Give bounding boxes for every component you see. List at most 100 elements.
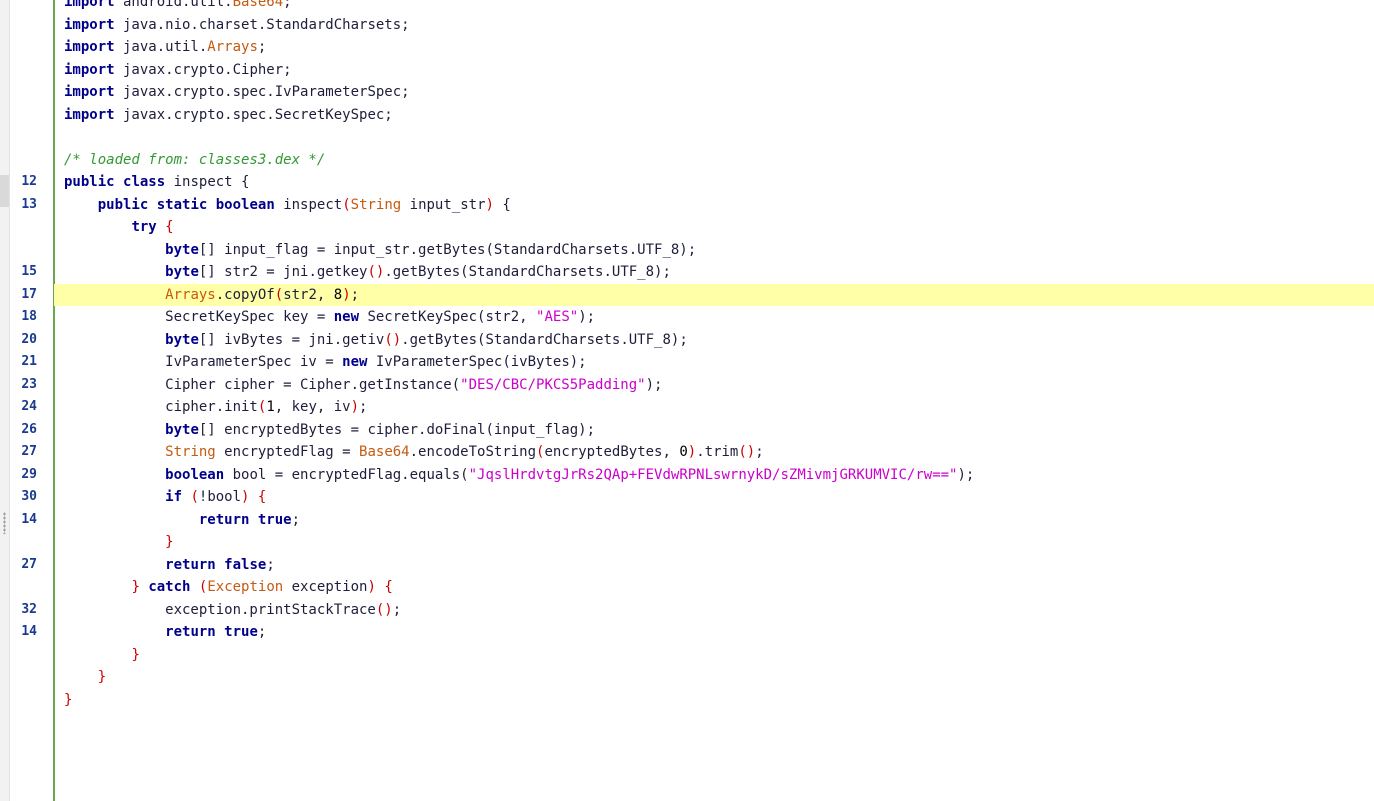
line-number: 24: [21, 399, 37, 414]
code-token-plain: ;: [350, 286, 360, 303]
code-token-punc: {: [384, 579, 393, 595]
line-number: 20: [21, 331, 37, 347]
code-token-kw: if: [165, 489, 183, 505]
code-line[interactable]: 26 byte[] encryptedBytes = cipher.doFina…: [0, 419, 1374, 442]
code-line[interactable]: } catch (Exception exception) {: [0, 576, 1374, 599]
code-token-punc: {: [257, 489, 267, 505]
code-line[interactable]: import javax.crypto.spec.IvParameterSpec…: [0, 81, 1374, 104]
code-line[interactable]: import java.util.Arrays;: [0, 36, 1374, 59]
code-line[interactable]: }: [0, 644, 1374, 667]
code-token-plain: ;: [359, 399, 368, 415]
line-number: 30: [21, 489, 37, 504]
code-line[interactable]: 15 byte[] str2 = jni.getkey().getBytes(S…: [0, 261, 1374, 284]
code-line[interactable]: import android.util.Base64;: [0, 0, 1374, 14]
code-token-plain: .copyOf: [215, 286, 275, 303]
code-token-plain: encryptedBytes,: [544, 444, 680, 460]
code-line[interactable]: try {: [0, 216, 1374, 239]
code-text: return true;: [64, 509, 300, 532]
code-token-punc: (: [342, 196, 351, 213]
code-token-plain: [] encryptedBytes = cipher.doFinal(input…: [198, 421, 596, 438]
code-token-kw: public: [64, 174, 115, 190]
code-token-plain: , key, iv: [274, 399, 351, 415]
code-line[interactable]: 27 return false;: [0, 554, 1374, 577]
code-line[interactable]: 21 IvParameterSpec iv = new IvParameterS…: [0, 351, 1374, 374]
code-token-plain: );: [578, 309, 596, 325]
code-token-plain: .encodeToString: [409, 444, 537, 460]
code-token-plain: java.nio.charset.StandardCharsets;: [114, 16, 410, 33]
line-number: 17: [21, 286, 37, 302]
code-text: String encryptedFlag = Base64.encodeToSt…: [64, 441, 764, 464]
code-token-kw: true: [257, 511, 292, 528]
code-token-plain: SecretKeySpec(str2,: [359, 309, 537, 325]
code-token-plain: .trim: [696, 444, 739, 460]
code-token-punc: ): [350, 399, 360, 415]
code-line[interactable]: }: [0, 666, 1374, 689]
code-line[interactable]: import javax.crypto.Cipher;: [0, 59, 1374, 82]
code-line[interactable]: }: [0, 531, 1374, 554]
code-token-plain: str2,: [283, 286, 334, 303]
line-number: 27: [21, 444, 37, 459]
code-token-punc: {: [165, 219, 174, 235]
code-line[interactable]: 14 return true;: [0, 621, 1374, 644]
code-token-type: Arrays: [165, 286, 216, 303]
code-token-plain: [] ivBytes = jni.getiv: [198, 331, 385, 348]
code-line[interactable]: 14 return true;: [0, 509, 1374, 532]
code-token-plain: );: [957, 466, 975, 483]
code-line[interactable]: 24 cipher.init(1, key, iv);: [0, 396, 1374, 419]
code-line[interactable]: 12 public class inspect {: [0, 171, 1374, 194]
line-number: 13: [21, 196, 37, 212]
code-token-plain: javax.crypto.spec.IvParameterSpec;: [114, 84, 410, 100]
code-token-punc: }: [64, 691, 73, 708]
code-line[interactable]: 23 Cipher cipher = Cipher.getInstance("D…: [0, 374, 1374, 397]
code-editor[interactable]: import android.util.Base64; import java.n…: [0, 0, 1374, 711]
code-line[interactable]: /* loaded from: classes3.dex */: [0, 149, 1374, 172]
code-token-plain: .getBytes(StandardCharsets.UTF_8);: [384, 264, 671, 280]
code-line[interactable]: 32 exception.printStackTrace();: [0, 599, 1374, 622]
code-token-kw: try: [131, 219, 157, 235]
code-text: IvParameterSpec iv = new IvParameterSpec…: [64, 351, 586, 374]
code-text: byte[] encryptedBytes = cipher.doFinal(i…: [64, 419, 595, 442]
code-token-kw: import: [64, 39, 115, 55]
code-token-kw: true: [224, 624, 258, 640]
code-line[interactable]: import java.nio.charset.StandardCharsets…: [0, 14, 1374, 37]
code-line[interactable]: [0, 126, 1374, 149]
code-line[interactable]: 29 boolean bool = encryptedFlag.equals("…: [0, 464, 1374, 487]
code-text: boolean bool = encryptedFlag.equals("Jqs…: [64, 464, 974, 487]
code-token-plain: .getBytes(StandardCharsets.UTF_8);: [401, 331, 688, 348]
code-token-punc: (): [367, 264, 385, 280]
code-line[interactable]: byte[] input_flag = input_str.getBytes(S…: [0, 239, 1374, 262]
code-text: return true;: [64, 621, 266, 644]
code-text: }: [64, 689, 72, 712]
code-text: public class inspect {: [64, 171, 249, 194]
code-token-plain: [] str2 = jni.getkey: [198, 264, 368, 280]
code-text: if (!bool) {: [64, 486, 266, 509]
code-line[interactable]: 18 SecretKeySpec key = new SecretKeySpec…: [0, 306, 1374, 329]
code-line[interactable]: 27 String encryptedFlag = Base64.encodeT…: [0, 441, 1374, 464]
code-token-kw: catch: [148, 579, 191, 595]
code-line[interactable]: import javax.crypto.spec.SecretKeySpec;: [0, 104, 1374, 127]
code-token-punc: (): [738, 444, 756, 460]
line-number: 15: [21, 264, 37, 279]
code-text: SecretKeySpec key = new SecretKeySpec(st…: [64, 306, 595, 329]
code-text: try {: [64, 216, 174, 239]
code-token-plain: cipher.init: [64, 399, 258, 415]
code-token-punc: }: [165, 534, 174, 550]
code-line[interactable]: 20 byte[] ivBytes = jni.getiv().getBytes…: [0, 329, 1374, 352]
code-text: public static boolean inspect(String inp…: [64, 194, 511, 217]
highlighted-code-line[interactable]: 17 Arrays.copyOf(str2, 8);: [0, 283, 1374, 306]
code-line[interactable]: }: [0, 689, 1374, 712]
code-token-plain: bool = encryptedFlag.equals(: [224, 466, 469, 483]
code-token-plain: ;: [257, 624, 267, 640]
code-line[interactable]: 13 public static boolean inspect(String …: [0, 194, 1374, 217]
line-number: 27: [21, 556, 37, 572]
code-line[interactable]: 30 if (!bool) {: [0, 486, 1374, 509]
code-text: import javax.crypto.spec.IvParameterSpec…: [64, 81, 410, 104]
